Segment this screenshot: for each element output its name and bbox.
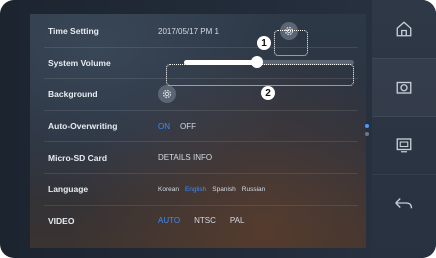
- row-time-setting[interactable]: Time Setting 2017/05/17 PM 1: [44, 16, 358, 48]
- system-volume-label: System Volume: [48, 57, 111, 68]
- background-label: Background: [48, 89, 98, 100]
- row-language: Language Korean English Spanish Russian: [44, 174, 358, 206]
- callout-number-1: 1: [257, 36, 271, 50]
- video-option-auto[interactable]: AUTO: [158, 216, 180, 225]
- video-option-ntsc[interactable]: NTSC: [194, 216, 216, 225]
- page-dot-active: [365, 124, 369, 128]
- row-video: VIDEO AUTO NTSC PAL: [44, 206, 358, 237]
- page-indicator: [364, 124, 372, 140]
- time-setting-label: Time Setting: [48, 26, 99, 37]
- camera-icon: [396, 81, 412, 94]
- sidebar-back-button[interactable]: [372, 174, 436, 232]
- background-gear-button[interactable]: [158, 85, 176, 104]
- sidebar-monitor-button[interactable]: [372, 116, 436, 175]
- row-micro-sd[interactable]: Micro-SD Card DETAILS INFO: [44, 142, 358, 174]
- auto-overwriting-label: Auto-Overwriting: [48, 121, 118, 132]
- row-auto-overwriting: Auto-Overwriting ON OFF: [44, 111, 358, 143]
- settings-menu: Time Setting 2017/05/17 PM 1 System Volu…: [44, 16, 358, 236]
- language-label: Language: [48, 184, 89, 195]
- micro-sd-label: Micro-SD Card: [48, 152, 108, 163]
- gear-icon: [162, 90, 172, 99]
- auto-overwriting-off-option[interactable]: OFF: [180, 122, 196, 131]
- callout-box-volume: [166, 64, 354, 86]
- home-icon: [396, 21, 412, 37]
- video-option-pal[interactable]: PAL: [230, 216, 245, 225]
- language-option-korean[interactable]: Korean: [158, 186, 179, 193]
- callout-box-gear: [274, 30, 308, 56]
- sidebar-camera-button[interactable]: [372, 58, 436, 117]
- language-option-russian[interactable]: Russian: [242, 186, 265, 193]
- monitor-icon: [396, 138, 412, 153]
- back-icon: [395, 198, 413, 209]
- sidebar-home-button[interactable]: [372, 0, 436, 59]
- micro-sd-details-link[interactable]: DETAILS INFO: [158, 153, 212, 162]
- settings-screen: Time Setting 2017/05/17 PM 1 System Volu…: [30, 14, 366, 248]
- device-frame: Time Setting 2017/05/17 PM 1 System Volu…: [0, 0, 436, 258]
- language-option-english[interactable]: English: [185, 186, 206, 193]
- page-dot: [365, 132, 369, 136]
- sidebar: [372, 0, 436, 258]
- language-option-spanish[interactable]: Spanish: [212, 186, 236, 193]
- callout-number-2: 2: [261, 86, 275, 100]
- time-setting-value: 2017/05/17 PM 1: [158, 26, 219, 36]
- auto-overwriting-on-option[interactable]: ON: [158, 122, 170, 131]
- video-label: VIDEO: [48, 215, 75, 226]
